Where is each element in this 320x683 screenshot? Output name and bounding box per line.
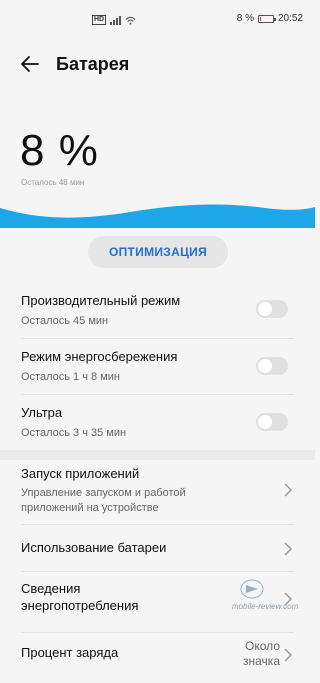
back-arrow-icon[interactable]	[18, 52, 42, 76]
mode-title: Ультра	[21, 405, 63, 420]
divider	[21, 524, 294, 525]
header: Батарея	[0, 44, 315, 84]
clock: 20:52	[277, 13, 303, 24]
menu-subtitle-line2: приложений на устройстве	[21, 502, 159, 514]
divider	[21, 571, 294, 572]
watermark-text: mobile-review.com	[232, 602, 299, 611]
menu-charge-percent[interactable]: Процент заряда Около значка	[0, 636, 315, 676]
value-line2: значка	[243, 654, 280, 668]
hd-badge: HD	[92, 15, 107, 25]
battery-percent-large: 8 %	[20, 126, 99, 175]
menu-battery-usage[interactable]: Использование батареи	[0, 530, 315, 570]
status-bar: HD 8 % 20:52	[0, 0, 315, 40]
section-separator	[0, 450, 315, 460]
ultra-toggle[interactable]	[256, 413, 288, 431]
divider	[21, 338, 294, 339]
status-right: 8 % 20:52	[237, 13, 303, 24]
wifi-icon	[125, 16, 136, 25]
power-saving-toggle[interactable]	[256, 357, 288, 375]
menu-title: Запуск приложений	[21, 466, 140, 481]
optimize-button[interactable]: ОПТИМИЗАЦИЯ	[88, 236, 228, 268]
divider	[21, 394, 294, 395]
mode-title: Производительный режим	[21, 293, 181, 308]
battery-remaining: Осталось 48 мин	[21, 178, 85, 187]
performance-toggle[interactable]	[256, 300, 288, 318]
battery-percent-text: 8 %	[236, 13, 254, 24]
menu-title-line2: энергопотребления	[21, 598, 139, 613]
mode-row-performance[interactable]: Производительный режим Осталось 45 мин	[0, 290, 315, 338]
mode-subtitle: Осталось 1 ч 8 мин	[21, 371, 120, 383]
menu-title: Использование батареи	[21, 540, 167, 555]
battery-wave	[0, 204, 315, 228]
mode-subtitle: Осталось 3 ч 35 мин	[21, 427, 127, 439]
chevron-right-icon	[284, 483, 292, 497]
status-icons: HD	[92, 15, 136, 25]
menu-title: Процент заряда	[21, 645, 119, 660]
chevron-right-icon	[284, 542, 292, 556]
mode-subtitle: Осталось 45 мин	[21, 315, 109, 327]
menu-app-launch[interactable]: Запуск приложений Управление запуском и …	[0, 462, 315, 520]
page-title: Батарея	[56, 54, 130, 74]
signal-icon	[110, 15, 122, 25]
chevron-right-icon	[284, 648, 292, 662]
mode-row-power-saving[interactable]: Режим энергосбережения Осталось 1 ч 8 ми…	[0, 346, 315, 394]
menu-subtitle-line1: Управление запуском и работой	[21, 487, 186, 499]
mode-title: Режим энергосбережения	[21, 349, 178, 364]
charge-percent-value: Около значка	[243, 639, 280, 669]
value-line1: Около	[245, 639, 280, 653]
mode-row-ultra[interactable]: Ультра Осталось 3 ч 35 мин	[0, 402, 315, 450]
divider	[21, 632, 294, 633]
battery-icon	[257, 14, 276, 23]
menu-title-line1: Сведения	[21, 581, 81, 596]
